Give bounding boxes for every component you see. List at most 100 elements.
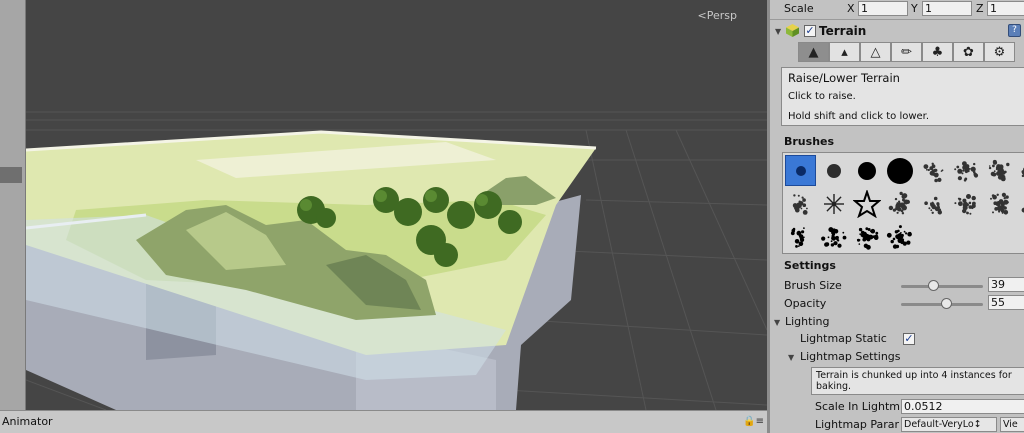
brush-shape-icon bbox=[888, 191, 910, 214]
brush-swatch[interactable] bbox=[818, 221, 849, 252]
tool-title: Raise/Lower Terrain bbox=[788, 71, 900, 85]
brush-swatch[interactable] bbox=[851, 155, 882, 186]
brush-shape-icon bbox=[792, 193, 808, 215]
paint-details-icon: ✿ bbox=[963, 44, 974, 60]
brush-swatch[interactable] bbox=[785, 188, 816, 219]
brush-shape-icon bbox=[1021, 166, 1024, 177]
brush-shape-icon bbox=[795, 165, 806, 176]
scale-in-lightmap-label: Scale In Lightm bbox=[815, 400, 900, 413]
scene-view[interactable]: <Persp bbox=[26, 0, 767, 410]
brush-shape-icon bbox=[823, 193, 844, 214]
brush-swatch[interactable] bbox=[917, 155, 948, 186]
brush-swatch[interactable] bbox=[851, 221, 882, 252]
panel-resize-handle[interactable] bbox=[0, 167, 22, 183]
raise-lower-icon: ▲ bbox=[808, 44, 819, 60]
scale-in-lightmap-field[interactable]: 0.0512 bbox=[901, 399, 1024, 414]
brush-swatch[interactable] bbox=[884, 188, 915, 219]
scale-z-field[interactable]: 1 bbox=[987, 1, 1024, 16]
paint-details-tool-button[interactable]: ✿ bbox=[953, 42, 984, 62]
brush-shape-icon bbox=[953, 160, 978, 182]
brush-swatch[interactable] bbox=[884, 155, 915, 186]
brush-swatch[interactable] bbox=[818, 155, 849, 186]
lightmap-params-view-button[interactable]: Vie bbox=[1000, 417, 1024, 432]
brush-shape-icon bbox=[826, 163, 841, 178]
lightmap-static-label: Lightmap Static bbox=[800, 332, 887, 345]
brush-shape-icon bbox=[1021, 207, 1024, 213]
terrain-enabled-checkbox[interactable]: ✓ bbox=[804, 25, 816, 37]
brush-size-field[interactable]: 39 bbox=[988, 277, 1024, 292]
raise-lower-tool-button[interactable]: ▲ bbox=[798, 42, 829, 62]
scene-render bbox=[26, 111, 767, 410]
lightmap-static-checkbox[interactable]: ✓ bbox=[903, 333, 915, 345]
brush-swatch[interactable] bbox=[983, 155, 1014, 186]
paint-texture-tool-button[interactable]: ✏ bbox=[891, 42, 922, 62]
terrain-settings-gear-icon: ⚙ bbox=[993, 44, 1006, 60]
opacity-field[interactable]: 55 bbox=[988, 295, 1024, 310]
paint-texture-icon: ✏ bbox=[901, 44, 912, 60]
lightmap-params-label: Lightmap Parar bbox=[815, 418, 900, 431]
lightmap-settings-foldout-arrow[interactable]: ▼ bbox=[788, 353, 794, 362]
left-panel-edge bbox=[0, 0, 26, 410]
brush-shape-icon bbox=[790, 226, 805, 248]
brush-shape-icon bbox=[820, 226, 846, 248]
tool-help-raise: Click to raise. bbox=[788, 91, 856, 102]
scale-x-field[interactable]: 1 bbox=[858, 1, 908, 16]
tool-help-lower: Hold shift and click to lower. bbox=[788, 111, 930, 122]
brush-swatch[interactable] bbox=[818, 188, 849, 219]
brush-size-slider-knob[interactable] bbox=[927, 280, 939, 291]
lightmap-settings-label[interactable]: Lightmap Settings bbox=[800, 350, 901, 363]
brush-swatch[interactable] bbox=[785, 221, 816, 252]
brushes-header: Brushes bbox=[784, 135, 835, 148]
brush-swatch[interactable] bbox=[950, 155, 981, 186]
smooth-height-icon: △ bbox=[870, 44, 881, 60]
paint-height-tool-button[interactable]: ▴ bbox=[829, 42, 860, 62]
brush-swatch[interactable] bbox=[1016, 155, 1024, 186]
terrain-settings-tool-button[interactable]: ⚙ bbox=[984, 42, 1015, 62]
animator-tab[interactable]: Animator bbox=[2, 415, 53, 428]
view-mode-label[interactable]: <Persp bbox=[698, 9, 737, 22]
lighting-header[interactable]: Lighting bbox=[785, 315, 829, 328]
chunk-info-line-1: Terrain is chunked up into 4 instances f… bbox=[816, 370, 1012, 381]
brush-shape-icon bbox=[953, 193, 976, 215]
place-trees-icon: ♣ bbox=[931, 44, 944, 60]
scale-label: Scale bbox=[784, 2, 814, 15]
brush-shape-icon bbox=[856, 226, 878, 250]
brush-swatch[interactable] bbox=[950, 188, 981, 219]
brush-swatch[interactable] bbox=[983, 188, 1014, 219]
brush-shape-icon bbox=[852, 189, 881, 218]
chunk-info-line-2: baking. bbox=[816, 381, 852, 392]
brush-shape-icon bbox=[886, 224, 912, 249]
scale-y-field[interactable]: 1 bbox=[922, 1, 972, 16]
inspector-panel: Scale X 1 Y 1 Z 1 ▼ ✓ Terrain ? ▲ ▴ △ ✏ … bbox=[770, 0, 1024, 433]
terrain-foldout-arrow[interactable]: ▼ bbox=[775, 27, 781, 36]
scale-y-label: Y bbox=[911, 2, 918, 15]
lock-icon[interactable]: 🔒≡ bbox=[743, 416, 764, 427]
brush-shape-icon bbox=[989, 192, 1009, 215]
brush-swatch[interactable] bbox=[785, 155, 816, 186]
terrain-cube-icon bbox=[785, 23, 800, 38]
brush-shape-icon bbox=[857, 161, 876, 180]
brush-swatch[interactable] bbox=[1016, 188, 1024, 219]
brush-size-slider[interactable] bbox=[901, 285, 983, 288]
scale-z-label: Z bbox=[976, 2, 984, 15]
terrain-component-title: Terrain bbox=[819, 24, 867, 38]
brush-swatch[interactable] bbox=[917, 188, 948, 219]
perspective-arrow-icon: < bbox=[697, 9, 707, 22]
help-book-icon[interactable]: ? bbox=[1008, 24, 1021, 37]
lightmap-params-dropdown[interactable]: Default-VeryLo↕ bbox=[901, 417, 997, 432]
place-trees-tool-button[interactable]: ♣ bbox=[922, 42, 953, 62]
brush-size-label: Brush Size bbox=[784, 279, 842, 292]
animator-tab-bar: Animator 🔒≡ bbox=[0, 410, 770, 433]
opacity-slider-knob[interactable] bbox=[941, 298, 953, 309]
brush-shape-icon bbox=[923, 196, 942, 214]
brush-swatch[interactable] bbox=[884, 221, 915, 252]
brush-shape-icon bbox=[886, 157, 913, 184]
smooth-height-tool-button[interactable]: △ bbox=[860, 42, 891, 62]
lighting-foldout-arrow[interactable]: ▼ bbox=[774, 318, 780, 327]
scale-x-label: X bbox=[847, 2, 855, 15]
brush-shape-icon bbox=[988, 159, 1009, 181]
brush-shape-icon bbox=[923, 162, 943, 182]
settings-header: Settings bbox=[784, 259, 836, 272]
view-mode-text: Persp bbox=[706, 9, 737, 22]
brush-swatch[interactable] bbox=[851, 188, 882, 219]
